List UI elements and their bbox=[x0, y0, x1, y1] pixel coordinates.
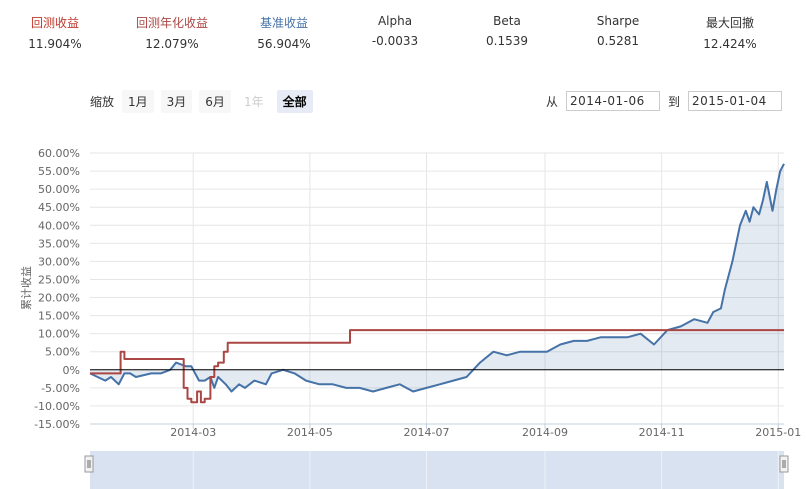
y-tick-label: -10.00% bbox=[34, 400, 80, 413]
y-tick-label: 25.00% bbox=[38, 273, 80, 286]
x-tick-label: 2015-01 bbox=[755, 426, 801, 439]
navigator-mask bbox=[90, 451, 784, 489]
y-tick-label: 0% bbox=[63, 364, 80, 377]
y-tick-label: 10.00% bbox=[38, 328, 80, 341]
y-tick-label: 5.00% bbox=[45, 346, 80, 359]
y-tick-label: 35.00% bbox=[38, 237, 80, 250]
x-axis-ticks: 2014-03 2014-05 2014-07 2014-09 2014-11 2015-… bbox=[170, 424, 801, 439]
y-tick-label: 15.00% bbox=[38, 310, 80, 323]
y-tick-label: 20.00% bbox=[38, 292, 80, 305]
y-tick-label: 30.00% bbox=[38, 255, 80, 268]
x-grid bbox=[192, 153, 779, 424]
y-axis-ticks: 60.00% 55.00% 50.00% 45.00% 40.00% 35.00% 30.0… bbox=[34, 147, 80, 431]
x-tick-label: 2014-09 bbox=[522, 426, 568, 439]
navigator-right-handle[interactable] bbox=[779, 455, 789, 473]
x-tick-label: 2014-03 bbox=[170, 426, 216, 439]
y-tick-label: 55.00% bbox=[38, 165, 80, 178]
y-tick-label: -5.00% bbox=[41, 382, 80, 395]
navigator[interactable] bbox=[84, 451, 789, 489]
x-tick-label: 2014-11 bbox=[639, 426, 685, 439]
y-tick-label: 50.00% bbox=[38, 183, 80, 196]
y-tick-label: -15.00% bbox=[34, 418, 80, 431]
cumulative-return-chart: 60.00% 55.00% 50.00% 45.00% 40.00% 35.00% 30.0… bbox=[19, 147, 801, 489]
benchmark-area bbox=[90, 163, 784, 392]
x-tick-label: 2014-07 bbox=[404, 426, 450, 439]
series bbox=[89, 163, 785, 404]
y-tick-label: 60.00% bbox=[38, 147, 80, 160]
x-tick-label: 2014-05 bbox=[287, 426, 333, 439]
navigator-left-handle[interactable] bbox=[84, 455, 94, 473]
y-tick-label: 45.00% bbox=[38, 201, 80, 214]
y-tick-label: 40.00% bbox=[38, 219, 80, 232]
y-axis-title: 累计收益 bbox=[19, 266, 33, 310]
